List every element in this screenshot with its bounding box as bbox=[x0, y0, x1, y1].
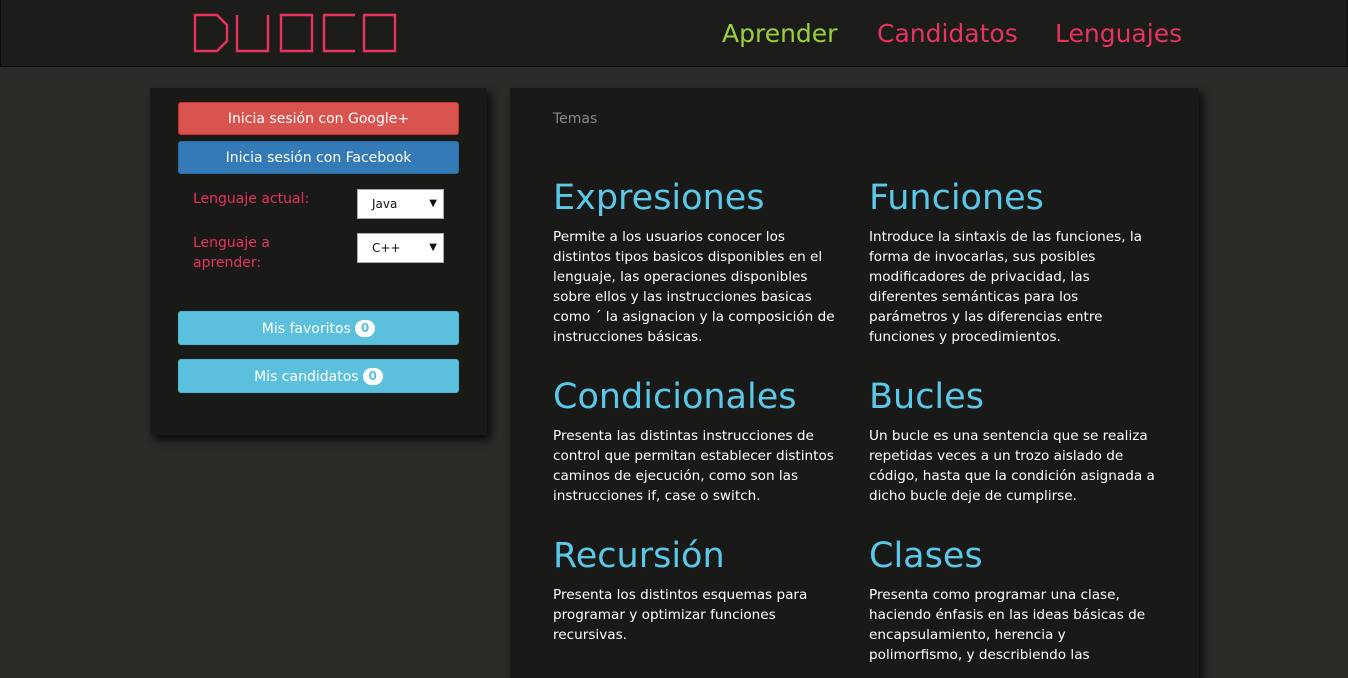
topic-title[interactable]: Expresiones bbox=[553, 178, 843, 218]
topic-card[interactable]: Clases Presenta como programar una clase… bbox=[869, 536, 1159, 665]
current-language-value: Java bbox=[372, 197, 398, 211]
topic-description: Presenta como programar una clase, hacie… bbox=[869, 587, 1146, 663]
favorites-label: Mis favoritos bbox=[261, 321, 351, 337]
topic-card[interactable]: Bucles Un bucle es una sentencia que se … bbox=[869, 377, 1159, 506]
topic-card[interactable]: Condicionales Presenta las distintas ins… bbox=[553, 377, 843, 506]
topic-title[interactable]: Funciones bbox=[869, 178, 1159, 218]
favorites-count-badge: 0 bbox=[354, 320, 376, 337]
sidebar: Inicia sesión con Google+ Inicia sesión … bbox=[150, 88, 487, 435]
topic-description: Un bucle es una sentencia que se realiza… bbox=[869, 428, 1155, 504]
navbar: Aprender Candidatos Lenguajes bbox=[0, 0, 1348, 67]
topic-title[interactable]: Condicionales bbox=[553, 377, 843, 417]
topics-panel: Temas Expresiones Permite a los usuarios… bbox=[510, 88, 1199, 678]
topic-description: Presenta los distintos esquemas para pro… bbox=[553, 587, 808, 643]
breadcrumb: Temas bbox=[553, 111, 598, 127]
current-language-label: Lenguaje actual: bbox=[193, 191, 310, 207]
duocode-logo[interactable] bbox=[193, 12, 397, 54]
topic-title[interactable]: Clases bbox=[869, 536, 1159, 576]
topic-title[interactable]: Recursión bbox=[553, 536, 843, 576]
learn-language-label: Lenguaje a aprender: bbox=[193, 235, 270, 271]
topic-title[interactable]: Bucles bbox=[869, 377, 1159, 417]
chevron-down-icon: ▼ bbox=[429, 242, 437, 253]
learn-language-value: C++ bbox=[372, 241, 401, 255]
candidates-count-badge: 0 bbox=[362, 368, 383, 385]
topic-card[interactable]: Recursión Presenta los distintos esquema… bbox=[553, 536, 843, 645]
topic-description: Introduce la sintaxis de las funciones, … bbox=[869, 229, 1142, 345]
google-login-button[interactable]: Inicia sesión con Google+ bbox=[178, 102, 459, 135]
candidates-label: Mis candidatos bbox=[254, 369, 359, 385]
chevron-down-icon: ▼ bbox=[429, 198, 437, 209]
candidates-button[interactable]: Mis candidatos 0 bbox=[178, 359, 459, 393]
nav-aprender[interactable]: Aprender bbox=[722, 18, 837, 50]
favorites-button[interactable]: Mis favoritos 0 bbox=[178, 311, 459, 345]
current-language-select[interactable]: Java ▼ bbox=[357, 189, 444, 219]
nav-candidatos[interactable]: Candidatos bbox=[877, 18, 1018, 50]
learn-language-select[interactable]: C++ ▼ bbox=[357, 233, 444, 263]
topic-description: Presenta las distintas instrucciones de … bbox=[553, 428, 834, 504]
facebook-login-button[interactable]: Inicia sesión con Facebook bbox=[178, 141, 459, 174]
topic-card[interactable]: Expresiones Permite a los usuarios conoc… bbox=[553, 178, 843, 347]
topic-description: Permite a los usuarios conocer los disti… bbox=[553, 229, 835, 345]
nav-lenguajes[interactable]: Lenguajes bbox=[1055, 18, 1182, 50]
topic-card[interactable]: Funciones Introduce la sintaxis de las f… bbox=[869, 178, 1159, 347]
